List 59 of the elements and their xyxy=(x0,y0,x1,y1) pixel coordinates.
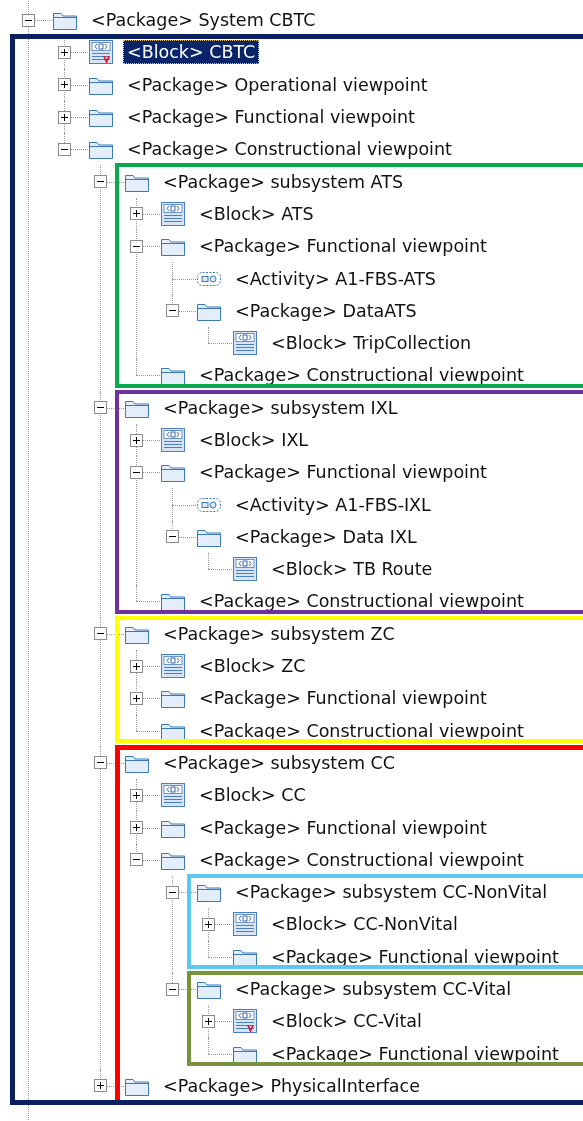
tree-item[interactable]: <Package> Constructional viewpoint xyxy=(123,137,456,162)
tree-item[interactable]: <Package> subsystem CC xyxy=(159,750,399,775)
tree-item[interactable]: <Package> subsystem CC-Vital xyxy=(231,977,516,1002)
tree-item[interactable]: <Package> Constructional viewpoint xyxy=(195,363,528,388)
tree-item[interactable]: <Package> Functional viewpoint xyxy=(195,234,491,259)
collapse-icon[interactable] xyxy=(130,465,143,479)
collapse-icon[interactable] xyxy=(94,401,107,415)
tree-item[interactable]: <Package> Functional viewpoint xyxy=(195,686,491,711)
tree-item[interactable]: <Block> CBTC xyxy=(123,40,260,65)
tree-item[interactable]: <Package> Functional viewpoint xyxy=(267,1041,563,1066)
expand-icon[interactable] xyxy=(130,207,143,221)
expand-icon[interactable] xyxy=(58,45,71,59)
tree-item[interactable]: <Activity> A1-FBS-ATS xyxy=(231,266,440,291)
tree-item[interactable]: <Package> subsystem CC-NonVital xyxy=(231,880,552,905)
tree-item[interactable]: <Block> CC-Vital xyxy=(267,1009,426,1034)
collapse-icon[interactable] xyxy=(94,175,107,189)
tree-item[interactable]: <Package> Operational viewpoint xyxy=(123,72,432,97)
tree-item[interactable]: <Block> CC xyxy=(195,783,310,808)
tree-item[interactable]: <Package> Constructional viewpoint xyxy=(195,718,528,743)
tree-item[interactable]: <Package> DataATS xyxy=(231,298,421,323)
expand-icon[interactable] xyxy=(202,917,215,931)
tree-item[interactable]: <Package> Functional viewpoint xyxy=(195,460,491,485)
tree-item[interactable]: <Block> IXL xyxy=(195,428,313,452)
collapse-icon[interactable] xyxy=(166,304,179,318)
expand-icon[interactable] xyxy=(94,1079,107,1093)
tree-item[interactable]: <Block> CC-NonVital xyxy=(267,912,462,937)
collapse-icon[interactable] xyxy=(166,982,179,996)
collapse-icon[interactable] xyxy=(58,142,71,156)
tree-item[interactable]: <Package> subsystem IXL xyxy=(159,395,402,420)
expand-icon[interactable] xyxy=(130,821,143,835)
expand-icon[interactable] xyxy=(202,1014,215,1028)
tree-item[interactable]: <Block> TB Route xyxy=(267,557,437,582)
collapse-icon[interactable] xyxy=(94,627,107,641)
tree-item[interactable]: <Package> Data IXL xyxy=(231,524,421,549)
collapse-icon[interactable] xyxy=(130,239,143,253)
collapse-icon[interactable] xyxy=(130,853,143,867)
expand-icon[interactable] xyxy=(58,78,71,92)
tree-item[interactable]: <Package> Functional viewpoint xyxy=(195,815,491,840)
tree-item[interactable]: <Block> TripCollection xyxy=(267,331,476,356)
tree-item[interactable]: <Package> subsystem ZC xyxy=(159,621,399,646)
tree-item[interactable]: <Package> Constructional viewpoint xyxy=(195,589,528,614)
expand-icon[interactable] xyxy=(130,691,143,705)
expand-icon[interactable] xyxy=(130,788,143,802)
tree-item[interactable]: <Block> ATS xyxy=(195,201,318,226)
tree-item[interactable]: <Package> Functional viewpoint xyxy=(123,105,419,130)
collapse-icon[interactable] xyxy=(166,530,179,544)
expand-icon[interactable] xyxy=(58,110,71,124)
collapse-icon[interactable] xyxy=(22,13,35,27)
expand-icon[interactable] xyxy=(130,433,143,447)
tree-item[interactable]: <Package> Constructional viewpoint xyxy=(195,847,528,872)
tree-item[interactable]: <Package> System CBTC xyxy=(87,8,320,33)
collapse-icon[interactable] xyxy=(166,885,179,899)
tree-item[interactable]: <Package> subsystem ATS xyxy=(159,169,407,194)
expand-icon[interactable] xyxy=(130,659,143,673)
tree-item[interactable]: <Package> Functional viewpoint xyxy=(267,944,563,969)
tree-item[interactable]: <Package> PhysicalInterface xyxy=(159,1073,424,1098)
collapse-icon[interactable] xyxy=(94,756,107,770)
tree-item[interactable]: <Block> ZC xyxy=(195,654,310,679)
tree-item[interactable]: <Activity> A1-FBS-IXL xyxy=(231,492,435,517)
